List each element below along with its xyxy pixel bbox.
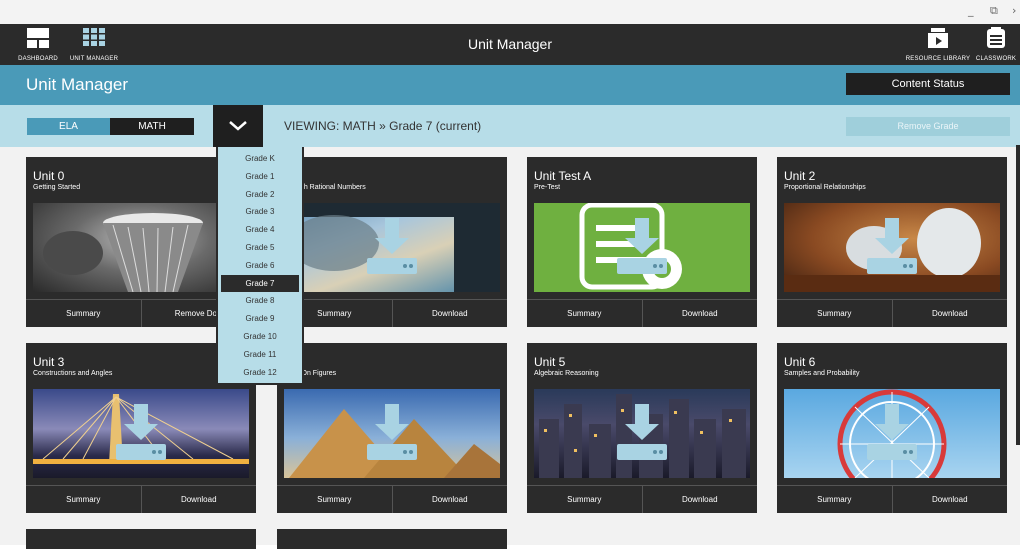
unit-subtitle: Constructions and Angles xyxy=(33,370,113,377)
viewing-label: VIEWING: MATH » Grade 7 (current) xyxy=(284,119,482,133)
unit-thumbnail[interactable] xyxy=(784,389,1000,478)
resource-library-label: RESOURCE LIBRARY xyxy=(905,56,971,62)
unit-subtitle: Proportional Relationships xyxy=(784,184,866,191)
grade-option[interactable]: Grade K xyxy=(218,150,302,168)
grade-dropdown-menu: Grade K Grade 1 Grade 2 Grade 3 Grade 4 … xyxy=(216,147,304,385)
classwork-button[interactable]: CLASSWORK xyxy=(974,24,1018,65)
grade-option[interactable]: Grade 9 xyxy=(218,310,302,328)
unit-subtitle: Samples and Probability xyxy=(784,370,860,377)
minimize-button[interactable]: _ xyxy=(968,4,974,17)
unit-card-partial[interactable] xyxy=(277,529,507,549)
unit-manager-nav-label: UNIT MANAGER xyxy=(69,56,119,62)
math-tab[interactable]: MATH xyxy=(110,118,194,135)
summary-button[interactable]: Summary xyxy=(277,485,392,513)
download-button[interactable]: Download xyxy=(641,299,757,327)
summary-button[interactable]: Summary xyxy=(527,299,642,327)
summary-button[interactable]: Summary xyxy=(777,485,892,513)
dashboard-icon xyxy=(27,28,49,48)
unit-thumbnail[interactable] xyxy=(534,389,750,478)
dashboard-label: DASHBOARD xyxy=(18,56,58,62)
download-button[interactable]: Download xyxy=(391,485,507,513)
unit-card-partial[interactable] xyxy=(26,529,256,549)
unit-thumbnail[interactable] xyxy=(534,203,750,292)
unit-thumbnail[interactable] xyxy=(284,389,500,478)
unit-manager-nav-button[interactable]: UNIT MANAGER xyxy=(66,24,122,65)
page-header: Unit Manager Content Status xyxy=(0,65,1020,105)
unit-card: 4 ng In On Figures Summary Download xyxy=(277,343,507,513)
unit-title: Unit 6 xyxy=(784,355,816,369)
resource-library-icon xyxy=(928,28,948,48)
grade-option[interactable]: Grade 12 xyxy=(218,364,302,382)
download-button[interactable]: Download xyxy=(891,299,1007,327)
close-button[interactable]: › xyxy=(1012,4,1016,17)
summary-button[interactable]: Summary xyxy=(777,299,892,327)
resource-library-button[interactable]: RESOURCE LIBRARY xyxy=(905,24,971,65)
ela-tab[interactable]: ELA xyxy=(27,118,110,135)
unit-grid: Unit 0 Getting Started Summary Remove Do… xyxy=(0,147,1020,549)
unit-subtitle: Pre-Test xyxy=(534,184,561,191)
unit-title: Unit 5 xyxy=(534,355,566,369)
app-title: Unit Manager xyxy=(467,36,553,52)
grade-dropdown-toggle[interactable] xyxy=(213,105,263,147)
unit-thumbnail[interactable] xyxy=(284,203,500,292)
classwork-icon xyxy=(987,27,1005,48)
restore-button[interactable]: ⧉ xyxy=(990,4,998,18)
unit-thumbnail[interactable] xyxy=(33,389,249,478)
grade-option[interactable]: Grade 5 xyxy=(218,239,302,257)
grade-option[interactable]: Grade 1 xyxy=(218,168,302,186)
grade-option[interactable]: Grade 4 xyxy=(218,221,302,239)
unit-title: Unit Test A xyxy=(534,169,592,183)
content-status-button[interactable]: Content Status xyxy=(846,73,1010,95)
grade-option-selected[interactable]: Grade 7 xyxy=(221,274,299,293)
download-icon xyxy=(116,403,166,460)
download-icon xyxy=(867,403,917,460)
grid-icon xyxy=(83,28,105,46)
grade-option[interactable]: Grade 10 xyxy=(218,328,302,346)
download-icon xyxy=(367,217,417,274)
unit-title: Unit 0 xyxy=(33,169,65,183)
scrollbar[interactable] xyxy=(1016,145,1020,445)
summary-button[interactable]: Summary xyxy=(26,299,141,327)
grade-option[interactable]: Grade 11 xyxy=(218,346,302,364)
page-title: Unit Manager xyxy=(26,75,129,94)
dashboard-button[interactable]: DASHBOARD xyxy=(14,24,62,65)
top-navigation-bar: DASHBOARD UNIT MANAGER Unit Manager RESO… xyxy=(0,24,1020,65)
unit-card: Unit 6 Samples and Probability Summary D… xyxy=(777,343,1007,513)
grade-option[interactable]: Grade 2 xyxy=(218,186,302,204)
unit-title: Unit 2 xyxy=(784,169,816,183)
download-button[interactable]: Download xyxy=(641,485,757,513)
grade-option[interactable]: Grade 8 xyxy=(218,292,302,310)
download-icon xyxy=(367,403,417,460)
grade-option[interactable]: Grade 6 xyxy=(218,257,302,275)
grade-option[interactable]: Grade 3 xyxy=(218,203,302,221)
filter-bar: ELA MATH VIEWING: MATH » Grade 7 (curren… xyxy=(0,105,1020,147)
download-icon xyxy=(617,217,667,274)
window-chrome: _ ⧉ › xyxy=(0,0,1020,24)
unit-card: Unit Test A Pre-Test Summary Download xyxy=(527,157,757,327)
download-button[interactable]: Download xyxy=(391,299,507,327)
download-icon xyxy=(617,403,667,460)
chevron-down-icon xyxy=(229,121,247,131)
summary-button[interactable]: Summary xyxy=(527,485,642,513)
unit-subtitle: Algebraic Reasoning xyxy=(534,370,599,377)
summary-button[interactable]: Summary xyxy=(26,485,141,513)
unit-subtitle: Getting Started xyxy=(33,184,81,191)
download-button[interactable]: Download xyxy=(140,485,256,513)
unit-card: t 1 ng With Rational Numbers Summary Dow… xyxy=(277,157,507,327)
classwork-label: CLASSWORK xyxy=(975,56,1017,62)
download-button[interactable]: Download xyxy=(891,485,1007,513)
unit-card: Unit 2 Proportional Relationships Summar… xyxy=(777,157,1007,327)
unit-card: Unit 5 Algebraic Reasoning Summary Downl… xyxy=(527,343,757,513)
download-icon xyxy=(867,217,917,274)
unit-thumbnail[interactable] xyxy=(784,203,1000,292)
unit-title: Unit 3 xyxy=(33,355,65,369)
remove-grade-button[interactable]: Remove Grade xyxy=(846,117,1010,136)
